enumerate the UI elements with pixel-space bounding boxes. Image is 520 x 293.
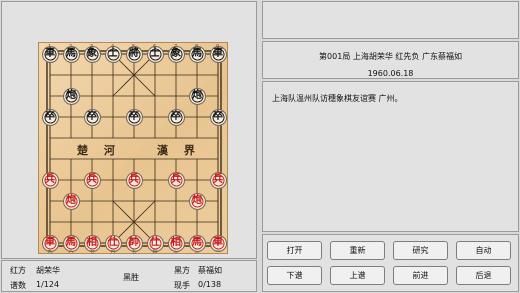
black-piece[interactable]: 卒 [167, 108, 185, 126]
bottom-file-number: 八 [68, 249, 74, 255]
moves-label: 谱数 [10, 281, 26, 290]
river-label-right: 漢 界 [157, 144, 201, 157]
bottom-file-number: 六 [110, 249, 116, 255]
top-file-number: 2 [69, 44, 73, 50]
top-blank-panel [262, 1, 519, 39]
xiangqi-board[interactable]: 楚 河 漢 界 車馬象士將士象馬車炮炮卒卒卒卒卒兵兵兵兵兵炮炮車馬相仕帥仕相馬車… [38, 42, 228, 255]
black-piece[interactable]: 炮 [62, 87, 80, 105]
control-panel: 打开 重新 研究 自动 下谱 上谱 前进 后退 [262, 234, 519, 292]
game-title: 第001局 上海胡荣华 红先负 广东蔡福如 [319, 52, 462, 61]
top-file-number: 8 [195, 44, 199, 50]
top-file-number: 9 [216, 44, 220, 50]
red-piece[interactable]: 兵 [83, 171, 101, 189]
comment-text: 上海队温州队访穗象棋友谊赛 广州。 [272, 94, 403, 103]
forward-button[interactable]: 前进 [393, 266, 448, 285]
red-piece[interactable]: 兵 [125, 171, 143, 189]
open-button[interactable]: 打开 [267, 241, 322, 260]
black-piece[interactable]: 炮 [188, 87, 206, 105]
red-piece[interactable]: 兵 [167, 171, 185, 189]
top-file-number: 1 [48, 44, 52, 50]
bottom-file-number: 二 [194, 249, 200, 255]
black-player-name: 蔡福如 [198, 266, 222, 275]
auto-play-button[interactable]: 自动 [456, 241, 511, 260]
red-piece[interactable]: 兵 [209, 171, 227, 189]
bottom-file-number: 七 [89, 249, 95, 255]
game-header: 第001局 上海胡荣华 红先负 广东蔡福如 1960.06.18 [262, 41, 519, 79]
moves-value: 1/124 [36, 280, 60, 289]
bottom-file-number: 三 [173, 249, 179, 255]
bottom-file-number: 四 [152, 249, 158, 255]
game-info-panel: 红方 胡荣华 谱数 1/124 黑胜 黑方 蔡福如 现手 0/138 [1, 260, 257, 292]
top-file-number: 3 [90, 44, 94, 50]
bottom-file-number: 一 [215, 249, 221, 255]
previous-game-button[interactable]: 上谱 [330, 266, 385, 285]
red-player-name: 胡荣华 [36, 266, 60, 275]
move-comment: 上海队温州队访穗象棋友谊赛 广州。 [262, 81, 519, 232]
top-file-number: 5 [132, 44, 136, 50]
top-file-number: 4 [111, 44, 115, 50]
top-file-number: 6 [153, 44, 157, 50]
black-piece[interactable]: 卒 [125, 108, 143, 126]
current-move-value: 0/138 [198, 280, 222, 289]
red-piece[interactable]: 炮 [188, 192, 206, 210]
restart-button[interactable]: 重新 [330, 241, 385, 260]
next-game-button[interactable]: 下谱 [267, 266, 322, 285]
river-label-left: 楚 河 [77, 144, 121, 157]
black-side-label: 黑方 [174, 266, 190, 275]
bottom-file-number: 九 [47, 249, 53, 255]
red-side-label: 红方 [10, 266, 26, 275]
game-date: 1960.06.18 [367, 69, 414, 78]
black-piece[interactable]: 卒 [41, 108, 59, 126]
game-result: 黑胜 [123, 273, 139, 282]
top-file-number: 7 [174, 44, 178, 50]
black-piece[interactable]: 卒 [209, 108, 227, 126]
study-button[interactable]: 研究 [393, 241, 448, 260]
red-piece[interactable]: 兵 [41, 171, 59, 189]
board-panel: 楚 河 漢 界 車馬象士將士象馬車炮炮卒卒卒卒卒兵兵兵兵兵炮炮車馬相仕帥仕相馬車… [1, 1, 257, 259]
black-piece[interactable]: 卒 [83, 108, 101, 126]
back-button[interactable]: 后退 [456, 266, 511, 285]
bottom-file-number: 五 [131, 249, 137, 255]
red-piece[interactable]: 炮 [62, 192, 80, 210]
current-move-label: 现手 [174, 281, 190, 290]
